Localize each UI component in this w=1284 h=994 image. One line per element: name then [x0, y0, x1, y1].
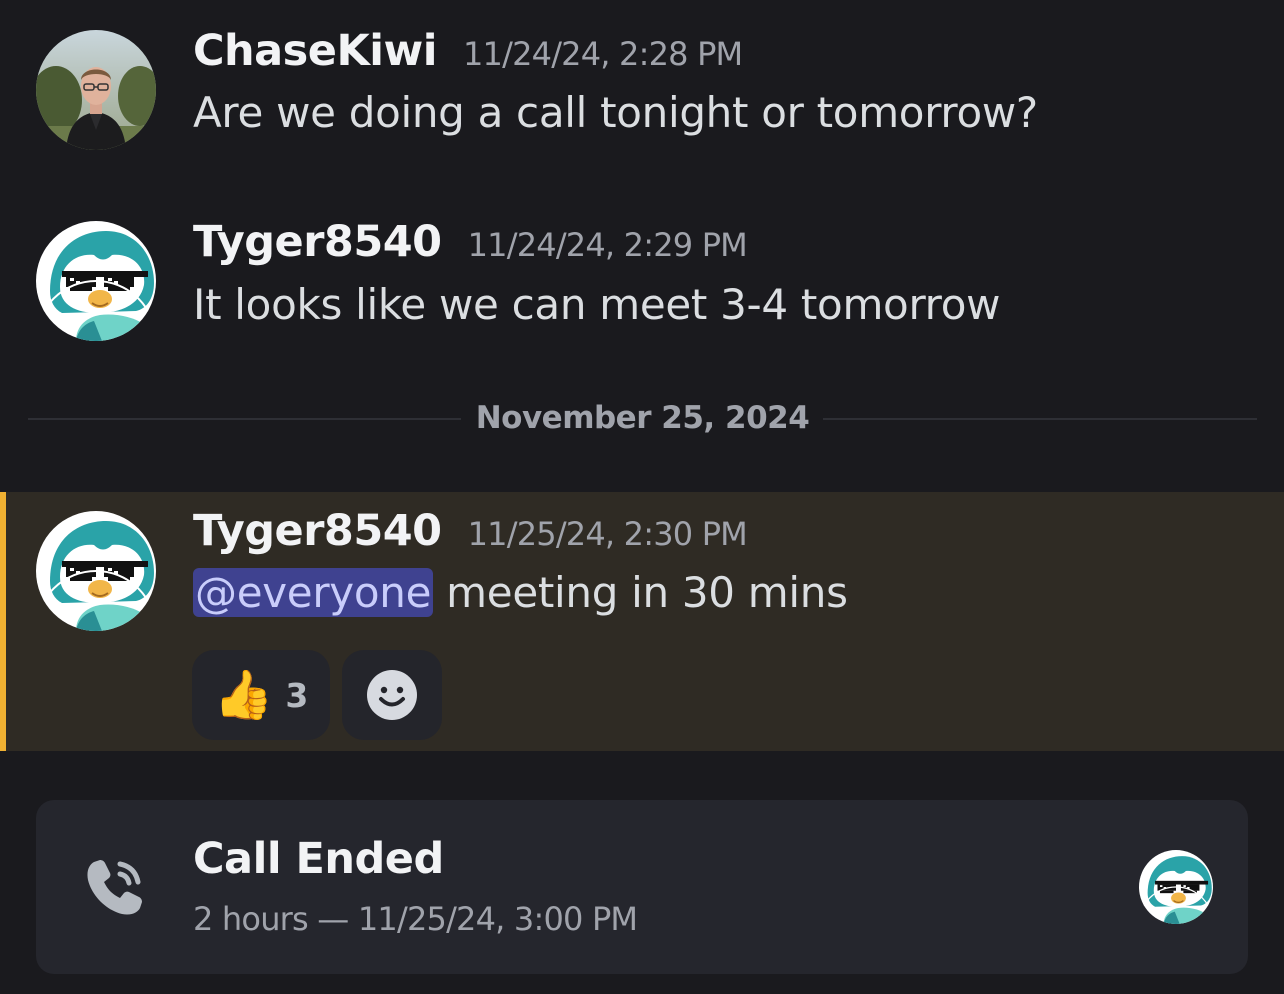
phone-call-icon	[87, 860, 142, 915]
person-photo-avatar-icon	[36, 30, 156, 150]
everyone-mention[interactable]: @everyone	[193, 568, 434, 617]
avatar[interactable]	[36, 30, 156, 150]
message-text-rest: meeting in 30 mins	[433, 568, 848, 617]
message-2: Tyger8540 11/24/24, 2:29 PM It looks lik…	[0, 190, 1284, 390]
add-reaction-smiley-icon	[367, 670, 417, 720]
date-divider-label: November 25, 2024	[475, 400, 810, 436]
penguin-sunglasses-avatar-icon	[36, 221, 156, 341]
chat-view: ChaseKiwi 11/24/24, 2:28 PM Are we doing…	[0, 0, 1284, 994]
avatar[interactable]	[36, 221, 156, 341]
penguin-sunglasses-avatar-icon	[36, 511, 156, 631]
reaction-thumbs-up[interactable]: 👍 3	[192, 650, 330, 740]
username[interactable]: Tyger8540	[193, 506, 442, 556]
message-1: ChaseKiwi 11/24/24, 2:28 PM Are we doing…	[0, 0, 1284, 190]
penguin-sunglasses-avatar-icon	[1139, 850, 1213, 924]
reaction-count: 3	[285, 675, 309, 715]
message-text: It looks like we can meet 3-4 tomorrow	[193, 280, 1001, 329]
add-reaction-button[interactable]	[342, 650, 442, 740]
message-text: Are we doing a call tonight or tomorrow?	[193, 88, 1038, 137]
date-divider: November 25, 2024	[28, 398, 1257, 438]
timestamp: 11/24/24, 2:28 PM	[462, 35, 743, 73]
message-text: @everyone meeting in 30 mins	[193, 568, 848, 617]
username[interactable]: Tyger8540	[193, 217, 442, 267]
username[interactable]: ChaseKiwi	[193, 26, 437, 76]
call-title: Call Ended	[193, 834, 444, 884]
call-participant-avatar[interactable]	[1139, 850, 1213, 924]
timestamp: 11/25/24, 2:30 PM	[467, 515, 748, 553]
avatar[interactable]	[36, 511, 156, 631]
call-ended-card[interactable]: Call Ended 2 hours — 11/25/24, 3:00 PM	[36, 800, 1248, 974]
thumbs-up-emoji-icon: 👍	[213, 667, 274, 723]
call-subtitle: 2 hours — 11/25/24, 3:00 PM	[193, 900, 638, 938]
timestamp: 11/24/24, 2:29 PM	[467, 226, 748, 264]
